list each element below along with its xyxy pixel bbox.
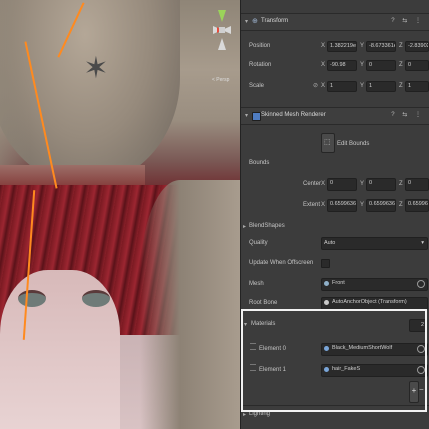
rotation-y-field[interactable]: 0 xyxy=(366,60,396,71)
axis-x-label: X xyxy=(321,62,326,68)
axis-y-label: Y xyxy=(360,43,365,49)
foldout-arrow-icon[interactable]: ▾ xyxy=(245,112,248,119)
update-offscreen-row: Update When Offscreen xyxy=(241,257,429,271)
skinned-mesh-header[interactable]: ▾ Skinned Mesh Renderer ? ⇆ ⋮ xyxy=(241,107,429,125)
axis-y-label: Y xyxy=(360,62,365,68)
mesh-value: Front xyxy=(332,280,345,286)
axis-y-label: Y xyxy=(360,202,365,208)
axis-z-label: Z xyxy=(399,62,403,68)
transform-title: Transform xyxy=(261,18,289,24)
rotation-z-field[interactable]: 0 xyxy=(405,60,429,71)
axis-z-label: Z xyxy=(399,43,403,49)
gizmo-neg-y-cone xyxy=(218,38,226,50)
blendshapes-label: BlendShapes xyxy=(249,223,285,229)
foldout-arrow-icon[interactable]: ▾ xyxy=(245,18,248,25)
star-ornament-icon: ✶ xyxy=(83,52,109,85)
root-bone-label: Root Bone xyxy=(249,300,278,306)
skinned-mesh-title: Skinned Mesh Renderer xyxy=(261,112,326,118)
extent-y-field[interactable]: 0.6599636 xyxy=(366,199,396,212)
extent-row: Extent X 0.6599636 Y 0.6599636 Z 0.65996… xyxy=(241,199,429,213)
update-offscreen-checkbox[interactable] xyxy=(321,259,330,268)
component-menu-icons[interactable]: ? ⇆ ⋮ xyxy=(391,111,424,118)
axis-x-label: X xyxy=(321,83,326,89)
quality-dropdown[interactable]: Auto ▾ xyxy=(321,237,428,250)
constrain-link-icon[interactable]: ⊘ xyxy=(313,82,318,89)
axis-z-label: Z xyxy=(399,83,403,89)
scale-row: Scale ⊘ X 1 Y 1 Z 1 xyxy=(241,80,429,94)
transform-icon xyxy=(324,300,329,305)
gizmo-y-cone xyxy=(218,10,226,22)
root-bone-value: AutoAnchorObject (Transform) xyxy=(332,299,407,305)
quality-value: Auto xyxy=(324,240,336,246)
position-y-field[interactable]: -8.673361e-08 xyxy=(366,41,396,52)
edit-bounds-label: Edit Bounds xyxy=(337,141,370,147)
scene-view[interactable]: ✶ < Persp xyxy=(0,0,240,429)
scale-label: Scale xyxy=(249,83,265,89)
mesh-row: Mesh Front xyxy=(241,278,429,292)
edit-bounds-button[interactable]: ⬚ xyxy=(321,133,335,153)
component-menu-icons[interactable]: ? ⇆ ⋮ xyxy=(391,17,424,24)
object-picker-icon[interactable] xyxy=(417,280,425,288)
mesh-field[interactable]: Front xyxy=(321,278,428,291)
right-eye xyxy=(82,290,110,307)
quality-row: Quality Auto ▾ xyxy=(241,237,429,251)
mesh-icon xyxy=(324,281,329,286)
center-label: Center xyxy=(303,181,322,187)
foldout-arrow-icon[interactable]: ▸ xyxy=(243,223,246,230)
center-y-field[interactable]: 0 xyxy=(366,178,396,191)
center-x-field[interactable]: 0 xyxy=(327,178,357,191)
axis-y-label: Y xyxy=(360,181,365,187)
rotation-label: Rotation xyxy=(249,62,272,68)
transform-header[interactable]: ▾ ⊕ Transform ? ⇆ ⋮ xyxy=(241,13,429,31)
fur-right xyxy=(140,180,240,429)
mesh-label: Mesh xyxy=(249,281,264,287)
position-z-field[interactable]: -2.839023e-09 xyxy=(405,41,429,52)
update-offscreen-label: Update When Offscreen xyxy=(249,260,314,266)
quality-label: Quality xyxy=(249,240,268,246)
component-enabled-checkbox[interactable] xyxy=(252,112,261,121)
persp-label[interactable]: < Persp xyxy=(212,77,229,83)
axis-x-label: X xyxy=(321,202,326,208)
position-label: Position xyxy=(249,43,271,49)
bounds-label: Bounds xyxy=(249,160,270,166)
rotation-x-field[interactable]: -90.98 xyxy=(327,60,357,71)
position-row: Position X 1.382219e-10 Y -8.673361e-08 … xyxy=(241,40,429,54)
axis-z-label: Z xyxy=(399,202,403,208)
extent-x-field[interactable]: 0.6599636 xyxy=(327,199,357,212)
scale-x-field[interactable]: 1 xyxy=(327,81,357,92)
axis-y-label: Y xyxy=(360,83,365,89)
center-row: Center X 0 Y 0 Z 0 xyxy=(241,178,429,192)
axis-x-label: X xyxy=(321,43,326,49)
scale-y-field[interactable]: 1 xyxy=(366,81,396,92)
transform-icon: ⊕ xyxy=(252,18,258,25)
chevron-down-icon: ▾ xyxy=(421,240,424,246)
center-z-field[interactable]: 0 xyxy=(405,178,429,191)
foldout-arrow-icon[interactable]: ▸ xyxy=(243,411,246,418)
rotation-row: Rotation X -90.98 Y 0 Z 0 xyxy=(241,59,429,73)
extent-z-field[interactable]: 0.6599636 xyxy=(405,199,429,212)
edit-bounds-icon: ⬚ xyxy=(324,139,331,146)
position-x-field[interactable]: 1.382219e-10 xyxy=(327,41,357,52)
blendshapes-row[interactable]: ▸ BlendShapes xyxy=(241,220,429,234)
axis-z-label: Z xyxy=(399,181,403,187)
gizmo-center xyxy=(219,27,225,33)
scale-z-field[interactable]: 1 xyxy=(405,81,429,92)
left-eye xyxy=(18,290,46,307)
extent-label: Extent xyxy=(303,202,321,208)
materials-highlight-box xyxy=(241,309,427,412)
axis-x-label: X xyxy=(321,181,326,187)
